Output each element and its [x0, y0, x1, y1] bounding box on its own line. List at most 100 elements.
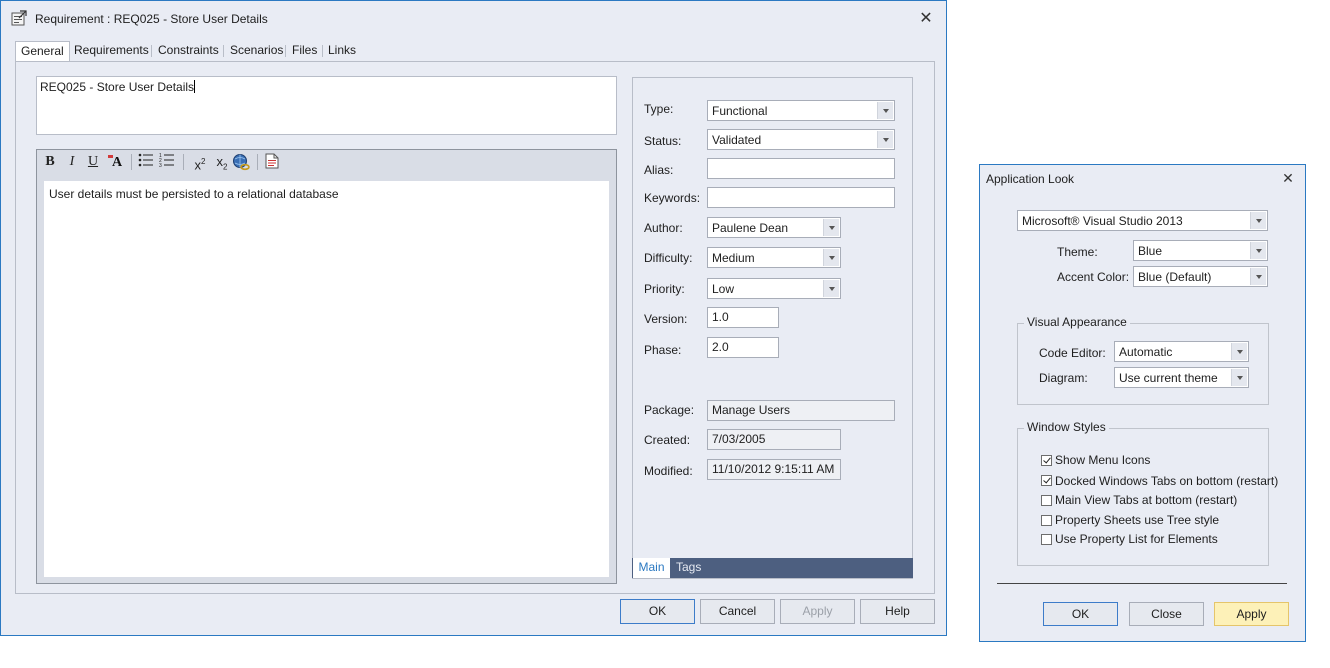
author-value: Paulene Dean — [712, 221, 789, 235]
chevron-down-icon[interactable] — [823, 219, 839, 236]
property-list-elements-checkbox[interactable] — [1041, 534, 1052, 545]
notes-text-area[interactable]: User details must be persisted to a rela… — [44, 181, 609, 577]
notes-text: User details must be persisted to a rela… — [49, 187, 339, 201]
bullet-list-button[interactable] — [137, 153, 155, 171]
difficulty-label: Difficulty: — [644, 251, 693, 265]
superscript-button[interactable]: x2 — [190, 153, 210, 172]
ok-button[interactable]: OK — [620, 599, 695, 624]
tab-main[interactable]: Main — [633, 558, 670, 578]
apply-button[interactable]: Apply — [1214, 602, 1289, 626]
priority-value: Low — [712, 282, 735, 296]
main-view-tabs-bottom-label: Main View Tabs at bottom (restart) — [1055, 493, 1238, 507]
version-field[interactable]: 1.0 — [707, 307, 779, 328]
type-dropdown[interactable]: Functional — [707, 100, 895, 121]
chevron-down-icon[interactable] — [877, 131, 893, 148]
superscript-mark: 2 — [201, 157, 206, 166]
created-label: Created: — [644, 433, 691, 447]
numbered-list-icon: 1 2 3 — [159, 153, 174, 169]
accent-color-dropdown[interactable]: Blue (Default) — [1133, 266, 1268, 287]
chevron-down-icon[interactable] — [823, 280, 839, 297]
code-editor-label: Code Editor: — [1039, 346, 1106, 360]
application-look-titlebar[interactable]: Application Look ✕ — [980, 165, 1305, 193]
chevron-down-icon[interactable] — [1250, 242, 1266, 259]
keywords-label: Keywords: — [644, 191, 701, 205]
application-look-title: Application Look — [986, 172, 1075, 186]
phase-field[interactable]: 2.0 — [707, 337, 779, 358]
chevron-down-icon[interactable] — [1231, 343, 1247, 360]
subscript-button[interactable]: x2 — [212, 153, 232, 172]
font-color-button[interactable]: A — [107, 153, 127, 171]
close-icon[interactable]: ✕ — [1280, 170, 1296, 186]
accent-color-value: Blue (Default) — [1138, 270, 1212, 284]
chevron-down-icon[interactable] — [823, 249, 839, 266]
cancel-button[interactable]: Cancel — [700, 599, 775, 624]
difficulty-value: Medium — [712, 251, 755, 265]
tab-general[interactable]: General — [15, 41, 70, 62]
chevron-down-icon[interactable] — [877, 102, 893, 119]
insert-document-button[interactable] — [263, 153, 281, 171]
tab-separator — [223, 45, 224, 57]
version-label: Version: — [644, 312, 688, 326]
help-button[interactable]: Help — [860, 599, 935, 624]
author-dropdown[interactable]: Paulene Dean — [707, 217, 841, 238]
property-sheets-tree-label: Property Sheets use Tree style — [1055, 513, 1220, 527]
chevron-down-icon[interactable] — [1250, 212, 1266, 229]
show-menu-icons-checkbox[interactable] — [1041, 455, 1052, 466]
numbered-list-button[interactable]: 1 2 3 — [158, 153, 176, 171]
bold-button[interactable]: B — [41, 153, 59, 171]
code-editor-value: Automatic — [1119, 345, 1173, 359]
tab-constraints[interactable]: Constraints — [153, 41, 224, 61]
chevron-down-icon[interactable] — [1231, 369, 1247, 386]
requirement-name-input[interactable]: REQ025 - Store User Details — [36, 76, 617, 135]
priority-dropdown[interactable]: Low — [707, 278, 841, 299]
keywords-field[interactable] — [707, 187, 895, 208]
dialog-divider — [997, 583, 1287, 584]
properties-panel — [632, 77, 913, 579]
diagram-dropdown[interactable]: Use current theme — [1114, 367, 1249, 388]
status-dropdown[interactable]: Validated — [707, 129, 895, 150]
close-icon[interactable]: ✕ — [918, 11, 934, 27]
close-button[interactable]: Close — [1129, 602, 1204, 626]
alias-field[interactable] — [707, 158, 895, 179]
tab-scenarios[interactable]: Scenarios — [225, 41, 288, 61]
hyperlink-globe-icon — [233, 154, 250, 171]
tab-separator — [285, 45, 286, 57]
main-view-tabs-bottom-checkbox[interactable] — [1041, 495, 1052, 506]
subscript-mark: 2 — [223, 162, 228, 172]
priority-label: Priority: — [644, 282, 685, 296]
tab-requirements[interactable]: Requirements — [69, 41, 154, 61]
theme-dropdown[interactable]: Blue — [1133, 240, 1268, 261]
show-menu-icons-label: Show Menu Icons — [1055, 453, 1151, 467]
property-sheets-tree-checkbox[interactable] — [1041, 515, 1052, 526]
tab-links[interactable]: Links — [323, 41, 361, 61]
visual-appearance-title: Visual Appearance — [1024, 315, 1130, 329]
underline-button[interactable]: U — [84, 153, 102, 171]
difficulty-dropdown[interactable]: Medium — [707, 247, 841, 268]
diagram-value: Use current theme — [1119, 371, 1218, 385]
status-value: Validated — [712, 133, 762, 147]
diagram-label: Diagram: — [1039, 371, 1088, 385]
tab-files[interactable]: Files — [287, 41, 322, 61]
ok-button[interactable]: OK — [1043, 602, 1118, 626]
theme-value: Blue — [1138, 244, 1163, 258]
modified-label: Modified: — [644, 464, 693, 478]
font-color-icon: A — [111, 155, 123, 170]
toolbar-separator — [131, 154, 132, 170]
docked-tabs-bottom-checkbox[interactable] — [1041, 475, 1052, 486]
accent-color-label: Accent Color: — [1057, 270, 1130, 284]
application-style-dropdown[interactable]: Microsoft® Visual Studio 2013 — [1017, 210, 1268, 231]
apply-button[interactable]: Apply — [780, 599, 855, 624]
requirement-dialog-titlebar[interactable]: Requirement : REQ025 - Store User Detail… — [1, 1, 946, 35]
toolbar-separator — [257, 154, 258, 170]
italic-button[interactable]: I — [63, 153, 81, 171]
requirement-dialog-title: Requirement : REQ025 - Store User Detail… — [35, 12, 268, 26]
application-look-dialog: Application Look ✕ Microsoft® Visual Stu… — [979, 164, 1306, 642]
property-list-elements-label: Use Property List for Elements — [1055, 532, 1218, 546]
document-icon — [265, 153, 279, 169]
code-editor-dropdown[interactable]: Automatic — [1114, 341, 1249, 362]
tab-tags[interactable]: Tags — [676, 558, 701, 578]
type-label: Type: — [644, 102, 674, 116]
toolbar-separator — [183, 154, 184, 170]
hyperlink-button[interactable] — [232, 153, 250, 171]
chevron-down-icon[interactable] — [1250, 268, 1266, 285]
